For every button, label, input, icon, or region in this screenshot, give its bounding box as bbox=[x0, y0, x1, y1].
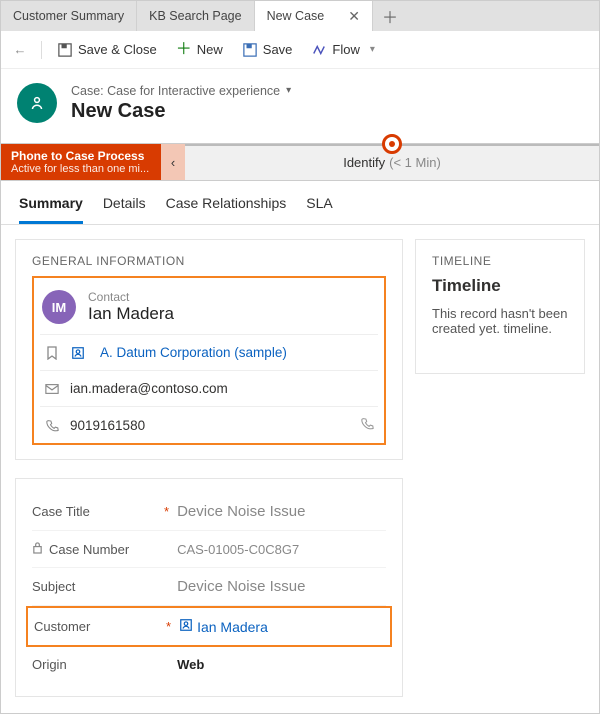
value: Ian Madera bbox=[197, 619, 268, 635]
save-button[interactable]: Save bbox=[235, 38, 301, 61]
timeline-empty-text: This record hasn't been created yet. tim… bbox=[432, 306, 568, 336]
new-button[interactable]: ＋ New bbox=[169, 38, 231, 61]
field-origin[interactable]: Origin * Web bbox=[32, 647, 386, 682]
contact-quick-view: IM Contact Ian Madera A. Datum Corporati… bbox=[32, 276, 386, 445]
tab-sla[interactable]: SLA bbox=[306, 195, 332, 224]
label: Summary bbox=[19, 195, 83, 211]
value: Web bbox=[177, 657, 204, 672]
phone-row[interactable]: 9019161580 bbox=[40, 406, 378, 443]
form-body: GENERAL INFORMATION IM Contact Ian Mader… bbox=[1, 225, 599, 711]
stage-marker-icon bbox=[382, 134, 402, 154]
chevron-down-icon: ▾ bbox=[370, 44, 375, 55]
mail-icon bbox=[44, 383, 60, 395]
page-title: New Case bbox=[71, 100, 291, 123]
case-details-section: Case Title * Device Noise Issue Case Num… bbox=[15, 478, 403, 697]
process-name[interactable]: Phone to Case Process Active for less th… bbox=[1, 144, 161, 180]
timeline-heading: Timeline bbox=[432, 276, 568, 296]
stage-label: Identify bbox=[343, 155, 385, 170]
contact-icon bbox=[179, 618, 193, 635]
field-subject[interactable]: Subject * Device Noise Issue bbox=[32, 568, 386, 606]
timeline-section: TIMELINE Timeline This record hasn't bee… bbox=[415, 239, 585, 374]
plus-icon: ＋ bbox=[177, 43, 191, 57]
value: Device Noise Issue bbox=[177, 578, 305, 595]
label: Customer bbox=[34, 619, 90, 634]
record-header: Case: Case for Interactive experience ▾ … bbox=[1, 69, 599, 143]
tab-case-relationships[interactable]: Case Relationships bbox=[166, 195, 287, 224]
label: Case Number bbox=[49, 542, 129, 557]
label: New bbox=[197, 42, 223, 57]
flow-button[interactable]: Flow ▾ bbox=[304, 38, 382, 61]
chevron-down-icon: ▾ bbox=[286, 85, 291, 96]
label: Save & Close bbox=[78, 42, 157, 57]
contact-field-label: Contact bbox=[88, 290, 174, 304]
label: Details bbox=[103, 195, 146, 211]
process-collapse-button[interactable]: ‹ bbox=[161, 144, 185, 180]
label: Subject bbox=[32, 579, 75, 594]
required-icon: * bbox=[166, 619, 171, 634]
label: Origin bbox=[32, 657, 67, 672]
account-link: A. Datum Corporation (sample) bbox=[100, 345, 287, 360]
value: CAS-01005-C0C8G7 bbox=[177, 542, 299, 557]
phone-icon bbox=[44, 419, 60, 432]
lock-icon bbox=[32, 541, 43, 557]
field-case-title[interactable]: Case Title * Device Noise Issue bbox=[32, 493, 386, 531]
tab-details[interactable]: Details bbox=[103, 195, 146, 224]
general-information-section: GENERAL INFORMATION IM Contact Ian Mader… bbox=[15, 239, 403, 460]
label: Save bbox=[263, 42, 293, 57]
label: Flow bbox=[332, 42, 359, 57]
tab-new-case[interactable]: New Case ✕ bbox=[255, 1, 373, 31]
email-row[interactable]: ian.madera@contoso.com bbox=[40, 370, 378, 406]
add-tab-button[interactable]: ＋ bbox=[373, 1, 407, 31]
label: Case Title bbox=[32, 504, 90, 519]
account-row[interactable]: A. Datum Corporation (sample) bbox=[40, 334, 378, 370]
separator bbox=[41, 41, 42, 59]
breadcrumb[interactable]: Case: Case for Interactive experience ▾ bbox=[71, 84, 291, 98]
section-title: TIMELINE bbox=[432, 254, 568, 268]
value: Device Noise Issue bbox=[177, 503, 305, 520]
entity-icon bbox=[17, 83, 57, 123]
form-tabs: Summary Details Case Relationships SLA bbox=[1, 181, 599, 225]
back-icon: ← bbox=[14, 42, 27, 57]
close-icon[interactable]: ✕ bbox=[348, 8, 360, 25]
tab-label: KB Search Page bbox=[149, 9, 241, 23]
chevron-left-icon: ‹ bbox=[171, 155, 175, 170]
field-customer[interactable]: Customer * Ian Madera bbox=[34, 608, 384, 645]
field-case-number: Case Number * CAS-01005-C0C8G7 bbox=[32, 531, 386, 568]
required-icon: * bbox=[164, 504, 169, 519]
save-icon bbox=[243, 43, 257, 57]
process-title: Phone to Case Process bbox=[11, 149, 151, 163]
back-button[interactable]: ← bbox=[7, 38, 33, 61]
tab-summary[interactable]: Summary bbox=[19, 195, 83, 224]
stage-duration: (< 1 Min) bbox=[389, 155, 441, 170]
contact-name[interactable]: Ian Madera bbox=[88, 304, 174, 324]
avatar: IM bbox=[42, 290, 76, 324]
save-close-icon bbox=[58, 43, 72, 57]
breadcrumb-text: Case: Case for Interactive experience bbox=[71, 84, 280, 98]
phone-value: 9019161580 bbox=[70, 418, 145, 433]
tab-label: Customer Summary bbox=[13, 9, 124, 23]
call-icon[interactable] bbox=[361, 417, 374, 433]
flow-icon bbox=[312, 43, 326, 57]
tab-label: New Case bbox=[267, 9, 325, 23]
process-stage-identify[interactable]: Identify (< 1 Min) bbox=[185, 144, 599, 180]
command-bar: ← Save & Close ＋ New Save Flow ▾ bbox=[1, 31, 599, 69]
label: Case Relationships bbox=[166, 195, 287, 211]
save-close-button[interactable]: Save & Close bbox=[50, 38, 165, 61]
business-process-flow: Phone to Case Process Active for less th… bbox=[1, 143, 599, 181]
email-value: ian.madera@contoso.com bbox=[70, 381, 228, 396]
bookmark-icon bbox=[44, 346, 60, 360]
tab-kb-search[interactable]: KB Search Page bbox=[137, 1, 254, 31]
tab-customer-summary[interactable]: Customer Summary bbox=[1, 1, 137, 31]
section-title: GENERAL INFORMATION bbox=[32, 254, 386, 268]
process-status: Active for less than one mi... bbox=[11, 163, 151, 175]
window-tabs: Customer Summary KB Search Page New Case… bbox=[1, 1, 599, 31]
account-icon bbox=[70, 346, 86, 360]
label: SLA bbox=[306, 195, 332, 211]
